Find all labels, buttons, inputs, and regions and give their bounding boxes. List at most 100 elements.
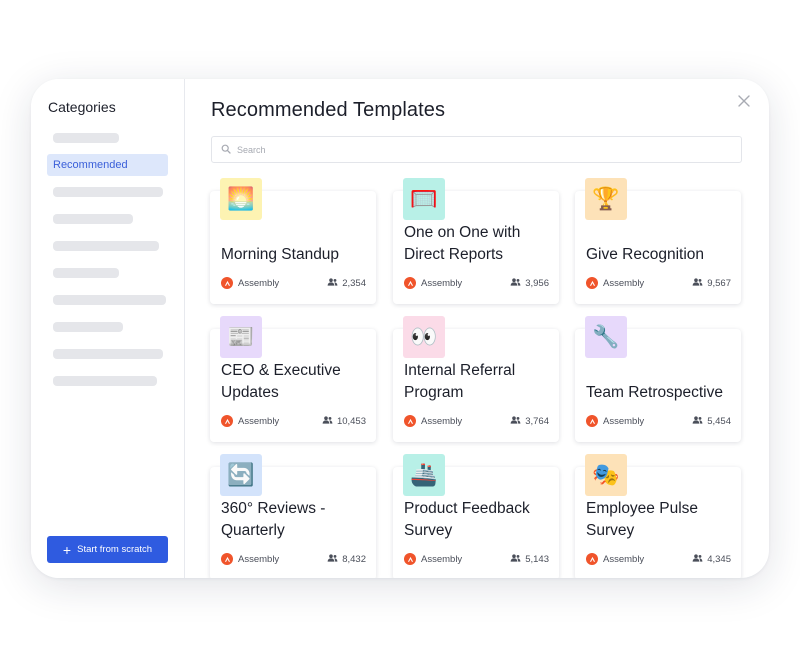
assembly-logo-icon [586,553,598,565]
template-user-count: 10,453 [336,415,366,427]
template-meta: Assembly 9,567 [586,276,731,290]
template-user-count: 5,143 [525,553,549,565]
template-org: Assembly [404,553,462,565]
sunrise-emoji: 🌅 [220,178,262,220]
trophy-emoji-glyph: 🏆 [592,186,620,211]
newspaper-emoji-glyph: 📰 [227,324,255,349]
template-card[interactable]: 🏆 Give Recognition Assembly 9,567 [575,178,741,304]
template-meta: Assembly 8,432 [221,552,366,566]
users-icon [327,553,338,565]
users-icon [510,553,521,565]
wrench-emoji-glyph: 🔧 [592,324,620,349]
ship-emoji-glyph: 🚢 [410,462,438,487]
users-icon [692,277,703,289]
templates-modal: Categories Recommended + Start from scra… [31,79,769,578]
category-placeholder[interactable] [53,214,133,224]
template-org: Assembly [221,277,279,289]
template-org-name: Assembly [421,553,463,565]
template-meta: Assembly 3,956 [404,276,549,290]
template-org: Assembly [404,277,462,289]
template-title: Team Retrospective [586,384,723,401]
goal-net-emoji-glyph: 🥅 [410,186,438,211]
assembly-logo-icon [404,553,416,565]
template-user-count: 9,567 [707,277,731,289]
users-icon [692,415,703,427]
category-placeholder[interactable] [53,133,119,143]
template-org-name: Assembly [238,553,280,565]
template-org-name: Assembly [238,415,280,427]
template-title: Internal Referral Program [404,362,516,401]
wrench-emoji: 🔧 [585,316,627,358]
template-users: 5,454 [692,416,731,427]
template-card[interactable]: 🥅 One on One with Direct Reports Assembl… [393,178,559,304]
categories-sidebar: Categories Recommended + Start from scra… [31,79,185,578]
category-placeholder[interactable] [53,187,163,197]
template-org-name: Assembly [238,277,280,289]
template-title: CEO & Executive Updates [221,362,341,401]
template-org-name: Assembly [603,277,645,289]
eyes-emoji-glyph: 👀 [410,324,438,349]
category-placeholder[interactable] [53,322,123,332]
eyes-emoji: 👀 [403,316,445,358]
template-meta: Assembly 5,143 [404,552,549,566]
template-org-name: Assembly [421,277,463,289]
template-users: 10,453 [322,416,366,427]
template-title: One on One with Direct Reports [404,224,521,263]
assembly-logo-icon [221,553,233,565]
assembly-logo-icon [221,415,233,427]
template-card[interactable]: 🚢 Product Feedback Survey Assembly 5,143 [393,454,559,578]
users-icon [510,415,521,427]
category-placeholder[interactable] [53,376,157,386]
template-meta: Assembly 4,345 [586,552,731,566]
template-card[interactable]: 🔄 360° Reviews - Quarterly Assembly 8,43… [210,454,376,578]
template-users: 3,956 [510,278,549,289]
template-card[interactable]: 🔧 Team Retrospective Assembly 5,454 [575,316,741,442]
template-meta: Assembly 5,454 [586,414,731,428]
ship-emoji: 🚢 [403,454,445,496]
assembly-logo-icon [221,277,233,289]
start-from-scratch-label: Start from scratch [77,544,153,555]
template-org: Assembly [221,553,279,565]
template-users: 8,432 [327,554,366,565]
template-card[interactable]: 🌅 Morning Standup Assembly 2,354 [210,178,376,304]
template-org-name: Assembly [421,415,463,427]
users-icon [322,415,333,427]
assembly-logo-icon [586,277,598,289]
template-card[interactable]: 👀 Internal Referral Program Assembly 3,7… [393,316,559,442]
template-user-count: 8,432 [342,553,366,565]
newspaper-emoji: 📰 [220,316,262,358]
arrows-cycle-emoji: 🔄 [220,454,262,496]
template-users: 9,567 [692,278,731,289]
search-icon [221,144,231,156]
template-title: Product Feedback Survey [404,500,530,539]
template-org: Assembly [221,415,279,427]
sunrise-emoji-glyph: 🌅 [227,186,255,211]
assembly-logo-icon [586,415,598,427]
template-org: Assembly [586,415,644,427]
template-user-count: 3,764 [525,415,549,427]
search-placeholder: Search [237,144,266,155]
page-title: Recommended Templates [211,99,446,121]
category-placeholder[interactable] [53,295,166,305]
users-icon [510,277,521,289]
template-card[interactable]: 📰 CEO & Executive Updates Assembly 10,45… [210,316,376,442]
category-placeholder[interactable] [53,268,119,278]
start-from-scratch-button[interactable]: + Start from scratch [47,536,168,563]
template-org: Assembly [586,553,644,565]
search-input[interactable]: Search [211,136,742,163]
theater-masks-emoji-glyph: 🎭 [592,462,620,487]
theater-masks-emoji: 🎭 [585,454,627,496]
template-card[interactable]: 🎭 Employee Pulse Survey Assembly 4,345 [575,454,741,578]
template-org-name: Assembly [603,553,645,565]
trophy-emoji: 🏆 [585,178,627,220]
goal-net-emoji: 🥅 [403,178,445,220]
template-meta: Assembly 2,354 [221,276,366,290]
close-icon[interactable] [737,94,751,108]
category-placeholder[interactable] [53,349,163,359]
category-placeholder[interactable] [53,241,159,251]
template-users: 5,143 [510,554,549,565]
categories-heading: Categories [48,99,116,115]
template-org: Assembly [586,277,644,289]
users-icon [692,553,703,565]
category-recommended[interactable]: Recommended [47,154,168,176]
